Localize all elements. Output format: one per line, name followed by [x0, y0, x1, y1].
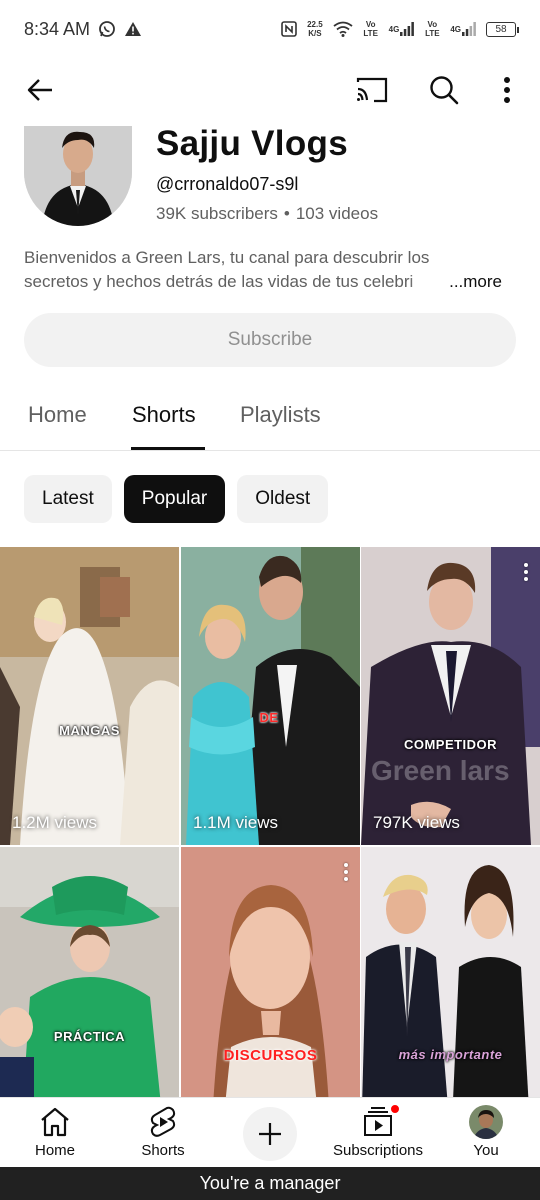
short-caption: DISCURSOS — [223, 1047, 318, 1064]
sort-chips: Latest Popular Oldest — [24, 475, 329, 523]
description-line-1: Bienvenidos a Green Lars, tu canal para … — [24, 248, 430, 267]
short-caption: más importante — [398, 1047, 503, 1062]
top-bar — [0, 62, 540, 118]
nav-you[interactable]: You — [431, 1098, 540, 1168]
short-views: 797K views — [373, 813, 460, 832]
more-vert-icon[interactable] — [344, 863, 348, 884]
back-arrow-icon[interactable] — [20, 70, 60, 110]
chip-oldest[interactable]: Oldest — [237, 475, 329, 523]
short-caption: DE — [259, 710, 279, 725]
whatsapp-icon — [98, 20, 116, 38]
nav-shorts-label: Shorts — [141, 1142, 185, 1159]
signal-icon: 4G — [389, 22, 415, 36]
status-time: 8:34 AM — [24, 18, 91, 39]
status-bar: 8:34 AM 22.5 K/S Vo LTE 4G Vo LTE 4G 58 — [0, 0, 540, 58]
chip-latest[interactable]: Latest — [24, 475, 112, 523]
more-link[interactable]: ...more — [447, 270, 502, 294]
short-caption: PRÁCTICA — [53, 1029, 126, 1044]
short-card[interactable]: PRÁCTICA — [0, 847, 179, 1097]
home-icon — [39, 1106, 71, 1138]
tab-home[interactable]: Home — [28, 402, 87, 428]
channel-description[interactable]: Bienvenidos a Green Lars, tu canal para … — [24, 246, 514, 294]
nfc-icon — [281, 21, 297, 37]
stats-separator: • — [283, 204, 290, 223]
avatar — [469, 1105, 503, 1139]
cast-icon[interactable] — [352, 70, 392, 110]
channel-handle: @crronaldo07-s9l — [156, 174, 299, 194]
subscribe-button[interactable]: Subscribe — [24, 313, 516, 367]
nav-home[interactable]: Home — [0, 1098, 110, 1168]
subscriptions-icon — [362, 1104, 400, 1138]
network1-label: Vo LTE — [363, 20, 378, 38]
tab-shorts[interactable]: Shorts — [132, 402, 196, 428]
manager-banner: You're a manager — [0, 1167, 540, 1200]
short-card[interactable]: DE 1.1M views — [181, 547, 360, 845]
short-watermark: Green lars — [371, 755, 510, 786]
description-line-2: secretos y hechos detrás de las vidas de… — [24, 272, 414, 291]
short-card[interactable]: Green lars COMPETIDOR 797K views — [361, 547, 540, 845]
signal-icon-2: 4G — [450, 22, 476, 36]
short-views: 1.1M views — [193, 813, 279, 832]
chip-popular[interactable]: Popular — [123, 475, 226, 523]
nav-home-label: Home — [34, 1142, 75, 1159]
nav-subscriptions-label: Subscriptions — [332, 1142, 424, 1159]
more-vert-icon[interactable] — [487, 70, 527, 110]
more-vert-icon[interactable] — [524, 563, 528, 584]
tab-playlists[interactable]: Playlists — [240, 402, 321, 428]
nav-subscriptions[interactable]: Subscriptions — [323, 1098, 433, 1168]
warning-icon — [124, 21, 142, 37]
short-views: 1.2M views — [12, 813, 98, 832]
subscriber-count: 39K subscribers — [156, 204, 278, 223]
shorts-grid: MANGAS 1.2M views DE 1.1M views Green la… — [0, 547, 540, 1097]
create-button[interactable] — [243, 1107, 297, 1161]
short-card[interactable]: más importante — [361, 847, 540, 1097]
video-count: 103 videos — [295, 204, 379, 223]
active-tab-indicator — [131, 447, 205, 450]
short-card[interactable]: DISCURSOS — [181, 847, 360, 1097]
nav-shorts[interactable]: Shorts — [108, 1098, 218, 1168]
search-icon[interactable] — [424, 70, 464, 110]
nav-you-label: You — [473, 1142, 499, 1159]
wifi-icon — [333, 21, 353, 37]
bottom-nav: Home Shorts Subscriptions You — [0, 1097, 540, 1167]
short-caption: MANGAS — [59, 723, 120, 738]
short-card[interactable]: MANGAS 1.2M views — [0, 547, 179, 845]
shorts-icon — [149, 1106, 177, 1138]
battery-icon: 58 — [486, 21, 519, 37]
network2-label: Vo LTE — [425, 20, 440, 38]
channel-stats: 39K subscribers • 103 videos — [156, 204, 378, 224]
channel-tabs: Home Shorts Playlists — [0, 386, 540, 451]
plus-icon — [259, 1123, 281, 1145]
channel-avatar[interactable] — [24, 126, 132, 226]
notification-dot — [390, 1104, 400, 1114]
channel-name: Sajju Vlogs — [156, 124, 348, 163]
network-speed: 22.5 K/S — [307, 20, 323, 38]
short-caption: COMPETIDOR — [403, 737, 498, 752]
